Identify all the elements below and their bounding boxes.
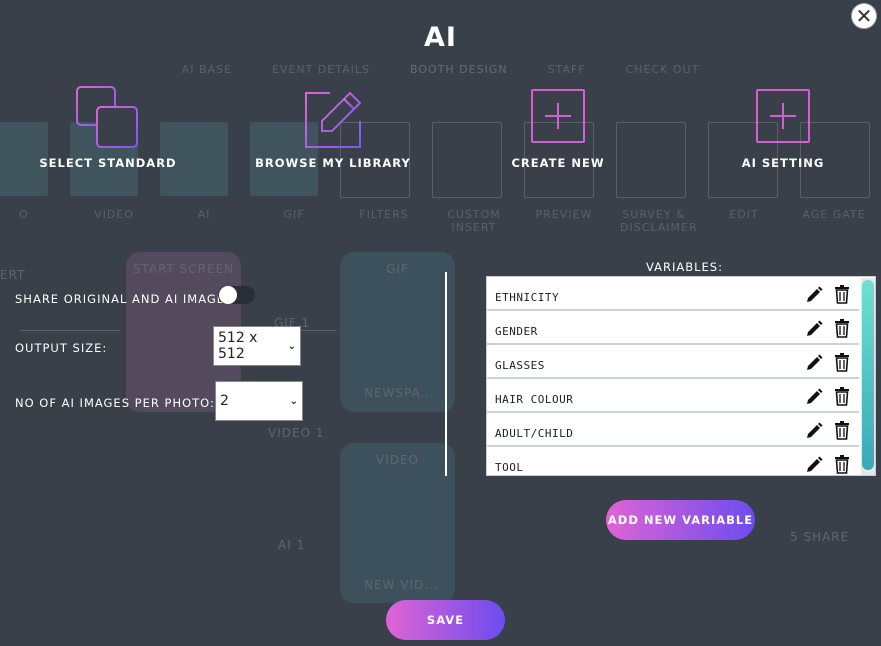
bg-card-title: GIF: [386, 262, 409, 276]
bg-text: AI 1: [278, 538, 306, 552]
bg-tool-label: FILTERS: [359, 208, 409, 221]
chevron-down-icon: ⌄: [289, 395, 298, 407]
bg-nav-item: CHECK OUT: [625, 63, 700, 76]
bg-nav-item: STAFF: [547, 63, 586, 76]
bg-text: ERT: [0, 268, 26, 282]
pencil-icon[interactable]: [805, 422, 823, 440]
save-button[interactable]: SAVE: [386, 600, 505, 640]
background-tool-labels: O VIDEO AI GIF FILTERS CUSTOM INSERT PRE…: [0, 208, 881, 234]
variable-row: GENDER: [487, 312, 859, 345]
bg-text: NEWSPA...: [364, 386, 435, 400]
edit-square-icon: [305, 91, 362, 148]
chevron-down-icon: ⌄: [287, 340, 296, 352]
bg-text: VIDEO 1: [268, 426, 325, 440]
bg-tool-label: GIF: [283, 208, 305, 221]
bg-nav-item: AI BASE: [181, 63, 232, 76]
bg-tool-label: CUSTOM INSERT: [447, 208, 501, 234]
pencil-icon[interactable]: [805, 286, 823, 304]
bg-nav-item: BOOTH DESIGN: [410, 63, 508, 76]
ai-images-value: 2: [220, 393, 229, 409]
variable-row: ADULT/CHILD: [487, 414, 859, 447]
plus-square-icon: [531, 89, 585, 143]
scrollbar-thumb[interactable]: [862, 280, 874, 470]
variable-row: TOOL: [487, 448, 859, 475]
bg-text: 5 SHARE: [790, 530, 850, 544]
bg-tool-label: PREVIEW: [535, 208, 593, 221]
bg-tool-label: O: [19, 208, 29, 221]
ai-images-label: NO OF AI IMAGES PER PHOTO:: [15, 396, 215, 410]
browse-my-library-button[interactable]: BROWSE MY LIBRARY: [243, 85, 423, 170]
create-new-button[interactable]: CREATE NEW: [468, 85, 648, 170]
variable-row: GLASSES: [487, 346, 859, 379]
modal-title: AI: [424, 22, 457, 53]
pencil-icon[interactable]: [805, 320, 823, 338]
add-new-variable-button[interactable]: ADD NEW VARIABLE: [606, 500, 755, 540]
action-label: AI SETTING: [741, 156, 825, 170]
bg-card-title: VIDEO: [375, 453, 419, 467]
divider: [445, 272, 447, 476]
bg-connector: [20, 330, 120, 331]
bg-tool-label: SURVEY & DISCLAIMER: [620, 208, 698, 234]
trash-icon[interactable]: [834, 319, 850, 338]
variable-name: TOOL: [495, 461, 524, 474]
output-size-value: 512 x 512: [218, 330, 258, 362]
variables-list: ETHNICITY GENDER GLASSES HAIR COLOUR ADU…: [486, 276, 876, 476]
variable-name: GENDER: [495, 325, 538, 338]
action-label: SELECT STANDARD: [39, 156, 177, 170]
trash-icon[interactable]: [834, 353, 850, 372]
pencil-icon[interactable]: [805, 456, 823, 474]
variable-name: ETHNICITY: [495, 291, 560, 304]
output-size-select[interactable]: 512 x 512 ⌄: [213, 326, 301, 366]
ai-setting-button[interactable]: AI SETTING: [693, 85, 873, 170]
close-icon: ✕: [855, 4, 873, 28]
variable-row: ETHNICITY: [487, 278, 859, 311]
background-nav: AI BASE EVENT DETAILS BOOTH DESIGN STAFF…: [0, 63, 881, 76]
bg-tool-label: VIDEO: [94, 208, 134, 221]
trash-icon[interactable]: [834, 455, 850, 474]
share-toggle[interactable]: [218, 286, 255, 304]
bg-text: NEW VID...: [364, 578, 439, 592]
toggle-knob: [219, 286, 237, 304]
pencil-icon[interactable]: [805, 354, 823, 372]
variable-row: HAIR COLOUR: [487, 380, 859, 413]
variables-scrollbar[interactable]: [861, 278, 875, 475]
bg-nav-item: EVENT DETAILS: [271, 63, 370, 76]
bg-tool-label: AGE GATE: [802, 208, 866, 221]
copy-squares-icon: [76, 86, 138, 148]
variable-name: GLASSES: [495, 359, 545, 372]
plus-square-icon: [756, 89, 810, 143]
share-label: SHARE ORIGINAL AND AI IMAGE: [15, 292, 226, 306]
trash-icon[interactable]: [834, 285, 850, 304]
action-label: BROWSE MY LIBRARY: [255, 156, 411, 170]
variable-name: ADULT/CHILD: [495, 427, 574, 440]
output-size-label: OUTPUT SIZE:: [15, 341, 108, 355]
bg-card-title: START SCREEN: [132, 262, 235, 276]
action-label: CREATE NEW: [511, 156, 605, 170]
bg-tool-label: EDIT: [729, 208, 759, 221]
select-standard-button[interactable]: SELECT STANDARD: [18, 85, 198, 170]
bg-tool-label: AI: [197, 208, 211, 221]
close-button[interactable]: ✕: [851, 3, 877, 29]
variable-name: HAIR COLOUR: [495, 393, 574, 406]
pencil-icon[interactable]: [805, 388, 823, 406]
trash-icon[interactable]: [834, 387, 850, 406]
ai-images-select[interactable]: 2 ⌄: [215, 381, 303, 421]
variables-label: VARIABLES:: [646, 260, 723, 274]
trash-icon[interactable]: [834, 421, 850, 440]
